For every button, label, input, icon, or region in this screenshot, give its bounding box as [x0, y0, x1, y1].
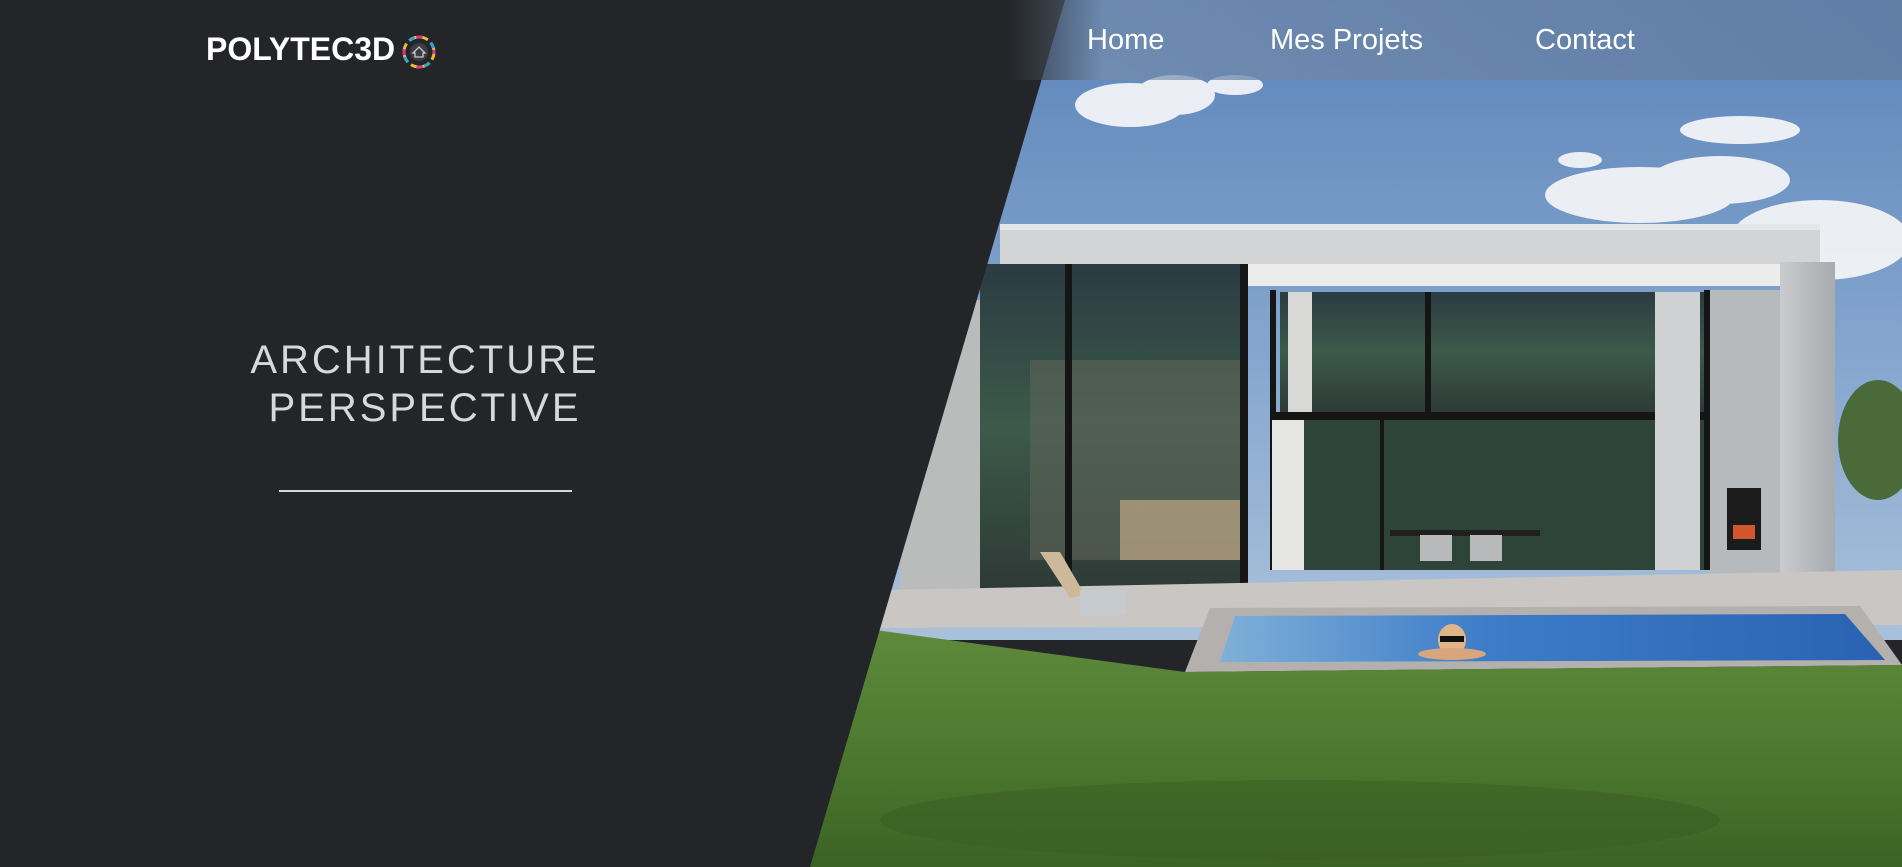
hero-title-line-1: ARCHITECTURE [250, 338, 600, 382]
logo-text: POLYTEC3D [206, 31, 396, 67]
logo-link[interactable]: POLYTEC3D [206, 28, 437, 70]
circular-emblem-icon [402, 35, 436, 69]
top-nav-bar: POLYTEC3D Home Mes Projets Contact [0, 0, 1902, 80]
hero-title: ARCHITECTURE PERSPECTIVE [200, 336, 650, 432]
nav-link-contact[interactable]: Contact [1535, 20, 1635, 60]
title-divider [279, 490, 572, 492]
page: POLYTEC3D Home Mes Projets Contact ARCHI… [0, 0, 1902, 867]
hero-title-line-2: PERSPECTIVE [268, 386, 582, 430]
hero-image [0, 0, 1902, 867]
nav-link-home[interactable]: Home [1087, 20, 1164, 60]
nav-link-projects[interactable]: Mes Projets [1270, 20, 1423, 60]
